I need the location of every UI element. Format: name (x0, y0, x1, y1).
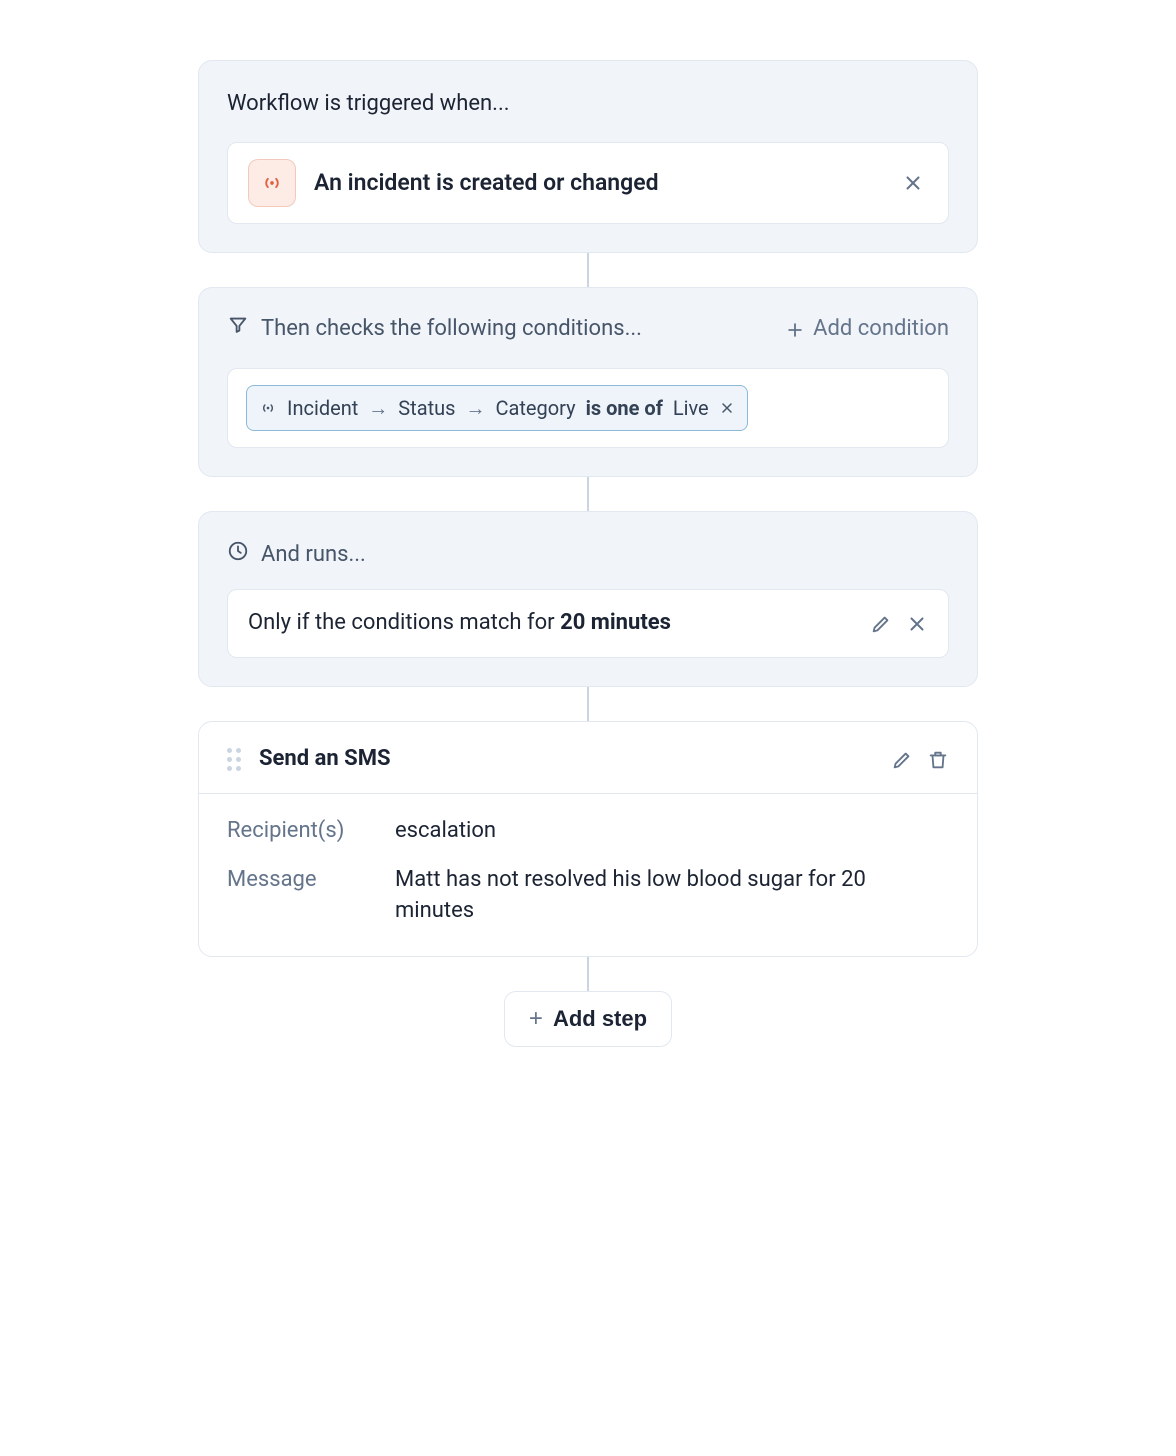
trigger-item-label: An incident is created or changed (314, 167, 880, 199)
add-condition-label: Add condition (813, 314, 949, 345)
message-label: Message (227, 865, 377, 927)
step-card: Send an SMS Recipient(s) escalation Mess… (198, 721, 978, 957)
add-step-button[interactable]: + Add step (504, 991, 672, 1047)
plus-icon (785, 320, 805, 340)
arrow-right-icon: → (465, 394, 485, 422)
remove-condition-button[interactable] (719, 400, 735, 416)
filter-icon (227, 314, 249, 346)
broadcast-icon (259, 399, 277, 417)
edit-delay-button[interactable] (870, 613, 892, 635)
arrow-right-icon: → (368, 394, 388, 422)
remove-delay-button[interactable] (906, 613, 928, 635)
delay-item: Only if the conditions match for 20 minu… (227, 589, 949, 658)
trash-icon (927, 749, 949, 771)
condition-part: Category (495, 394, 575, 422)
delete-step-button[interactable] (927, 749, 949, 771)
connector-line (587, 957, 589, 991)
pencil-icon (870, 613, 892, 635)
connector-line (587, 687, 589, 721)
delay-section: And runs... Only if the conditions match… (198, 511, 978, 688)
connector-line (587, 477, 589, 511)
clock-icon (227, 540, 249, 572)
trigger-item[interactable]: An incident is created or changed (227, 142, 949, 224)
condition-chip[interactable]: Incident → Status → Category is one of L… (246, 385, 748, 431)
delay-prefix: Only if the conditions match for (248, 610, 560, 635)
condition-part: Status (398, 394, 455, 422)
add-step-label: Add step (553, 1006, 647, 1032)
recipients-value: escalation (395, 816, 949, 847)
condition-operator: is one of (586, 394, 663, 422)
message-value: Matt has not resolved his low blood suga… (395, 865, 949, 927)
conditions-container: Incident → Status → Category is one of L… (227, 368, 949, 448)
condition-value: Live (673, 394, 709, 422)
recipients-label: Recipient(s) (227, 816, 377, 847)
conditions-section: Then checks the following conditions... … (198, 287, 978, 477)
delay-section-title: And runs... (261, 540, 366, 571)
broadcast-icon (248, 159, 296, 207)
delay-text: Only if the conditions match for 20 minu… (248, 608, 856, 639)
condition-part: Incident (287, 394, 358, 422)
add-condition-button[interactable]: Add condition (785, 314, 949, 345)
step-title: Send an SMS (259, 744, 877, 775)
remove-trigger-button[interactable] (898, 168, 928, 198)
delay-duration: 20 minutes (560, 610, 671, 635)
trigger-section: Workflow is triggered when... An inciden… (198, 60, 978, 253)
trigger-section-title: Workflow is triggered when... (227, 89, 949, 120)
close-icon (906, 613, 928, 635)
connector-line (587, 253, 589, 287)
plus-icon: + (529, 1007, 543, 1031)
conditions-section-title: Then checks the following conditions... (261, 314, 642, 345)
drag-handle-icon[interactable] (227, 747, 245, 773)
pencil-icon (891, 749, 913, 771)
edit-step-button[interactable] (891, 749, 913, 771)
